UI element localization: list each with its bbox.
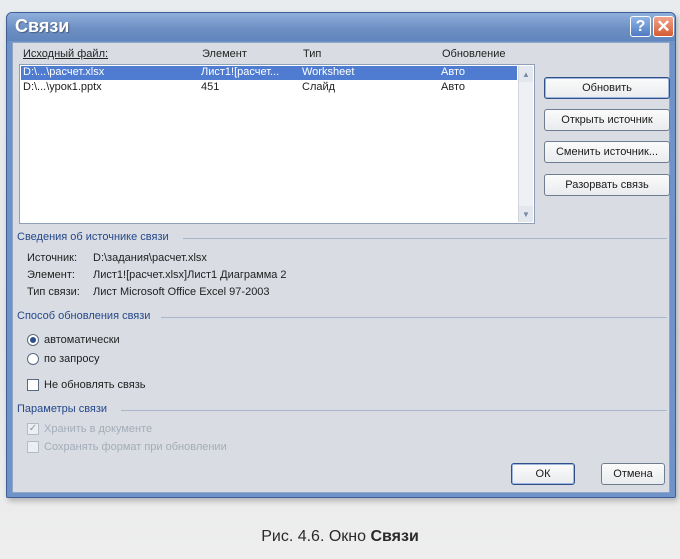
link-params-divider	[121, 410, 667, 411]
row-update: Авто	[441, 81, 465, 93]
element-label: Элемент:	[27, 269, 75, 281]
close-button[interactable]: ✕	[653, 16, 674, 37]
update-method-divider	[161, 317, 667, 318]
element-value: Лист1![расчет.xlsx]Лист1 Диаграмма 2	[93, 269, 287, 281]
store-in-document-checkbox[interactable]: ✓	[27, 423, 39, 435]
link-type-label: Тип связи:	[27, 286, 80, 298]
on-request-label[interactable]: по запросу	[44, 353, 99, 365]
title-bar[interactable]: Связи ? ✕	[7, 13, 675, 41]
source-info-title: Сведения об источнике связи	[17, 231, 169, 243]
row-type: Worksheet	[302, 66, 355, 78]
automatic-label[interactable]: автоматически	[44, 334, 120, 346]
keep-format-label: Сохранять формат при обновлении	[44, 441, 227, 453]
caption-prefix: Рис. 4.6. Окно	[261, 528, 371, 545]
help-button[interactable]: ?	[630, 16, 651, 37]
close-icon: ✕	[656, 16, 671, 36]
header-element[interactable]: Элемент	[202, 48, 247, 60]
scroll-up-icon[interactable]: ▲	[519, 66, 533, 82]
do-not-update-label[interactable]: Не обновлять связь	[44, 379, 145, 391]
dialog-client-area: Исходный файл: Элемент Тип Обновление D:…	[12, 42, 670, 493]
header-source-file[interactable]: Исходный файл:	[23, 48, 108, 60]
automatic-radio[interactable]	[27, 334, 39, 346]
ok-button[interactable]: ОК	[511, 463, 575, 485]
caption-bold: Связи	[370, 528, 419, 545]
link-type-value: Лист Microsoft Office Excel 97-2003	[93, 286, 270, 298]
list-item[interactable]: D:\...\урок1.pptx 451 Слайд Авто	[21, 81, 517, 95]
open-source-button[interactable]: Открыть источник	[544, 109, 670, 131]
source-value: D:\задания\расчет.xlsx	[93, 252, 207, 264]
list-header: Исходный файл: Элемент Тип Обновление	[21, 46, 521, 62]
update-now-button[interactable]: Обновить	[544, 77, 670, 99]
row-update: Авто	[441, 66, 465, 78]
links-list[interactable]: D:\...\расчет.xlsx Лист1![расчет... Work…	[19, 64, 535, 224]
row-type: Слайд	[302, 81, 336, 93]
list-scrollbar[interactable]: ▲ ▼	[518, 66, 533, 222]
keep-format-checkbox[interactable]	[27, 441, 39, 453]
link-params-title: Параметры связи	[17, 403, 108, 415]
do-not-update-checkbox[interactable]	[27, 379, 39, 391]
row-element: Лист1![расчет...	[201, 66, 280, 78]
row-element: 451	[201, 81, 220, 93]
links-dialog: Связи ? ✕ Исходный файл: Элемент Тип Обн…	[6, 12, 676, 498]
figure-caption: Рис. 4.6. Окно Связи	[0, 528, 680, 546]
row-source: D:\...\расчет.xlsx	[23, 66, 105, 78]
source-info-divider	[183, 238, 667, 239]
help-icon: ?	[635, 17, 646, 35]
list-item[interactable]: D:\...\расчет.xlsx Лист1![расчет... Work…	[21, 66, 517, 80]
cancel-button[interactable]: Отмена	[601, 463, 665, 485]
header-update[interactable]: Обновление	[442, 48, 506, 60]
store-in-document-label: Хранить в документе	[44, 423, 153, 435]
on-request-radio[interactable]	[27, 353, 39, 365]
change-source-button[interactable]: Сменить источник...	[544, 141, 670, 163]
row-source: D:\...\урок1.pptx	[23, 81, 102, 93]
window-title: Связи	[15, 16, 70, 36]
source-label: Источник:	[27, 252, 78, 264]
update-method-title: Способ обновления связи	[17, 310, 151, 322]
scroll-down-icon[interactable]: ▼	[519, 206, 533, 222]
header-type[interactable]: Тип	[303, 48, 321, 60]
break-link-button[interactable]: Разорвать связь	[544, 174, 670, 196]
